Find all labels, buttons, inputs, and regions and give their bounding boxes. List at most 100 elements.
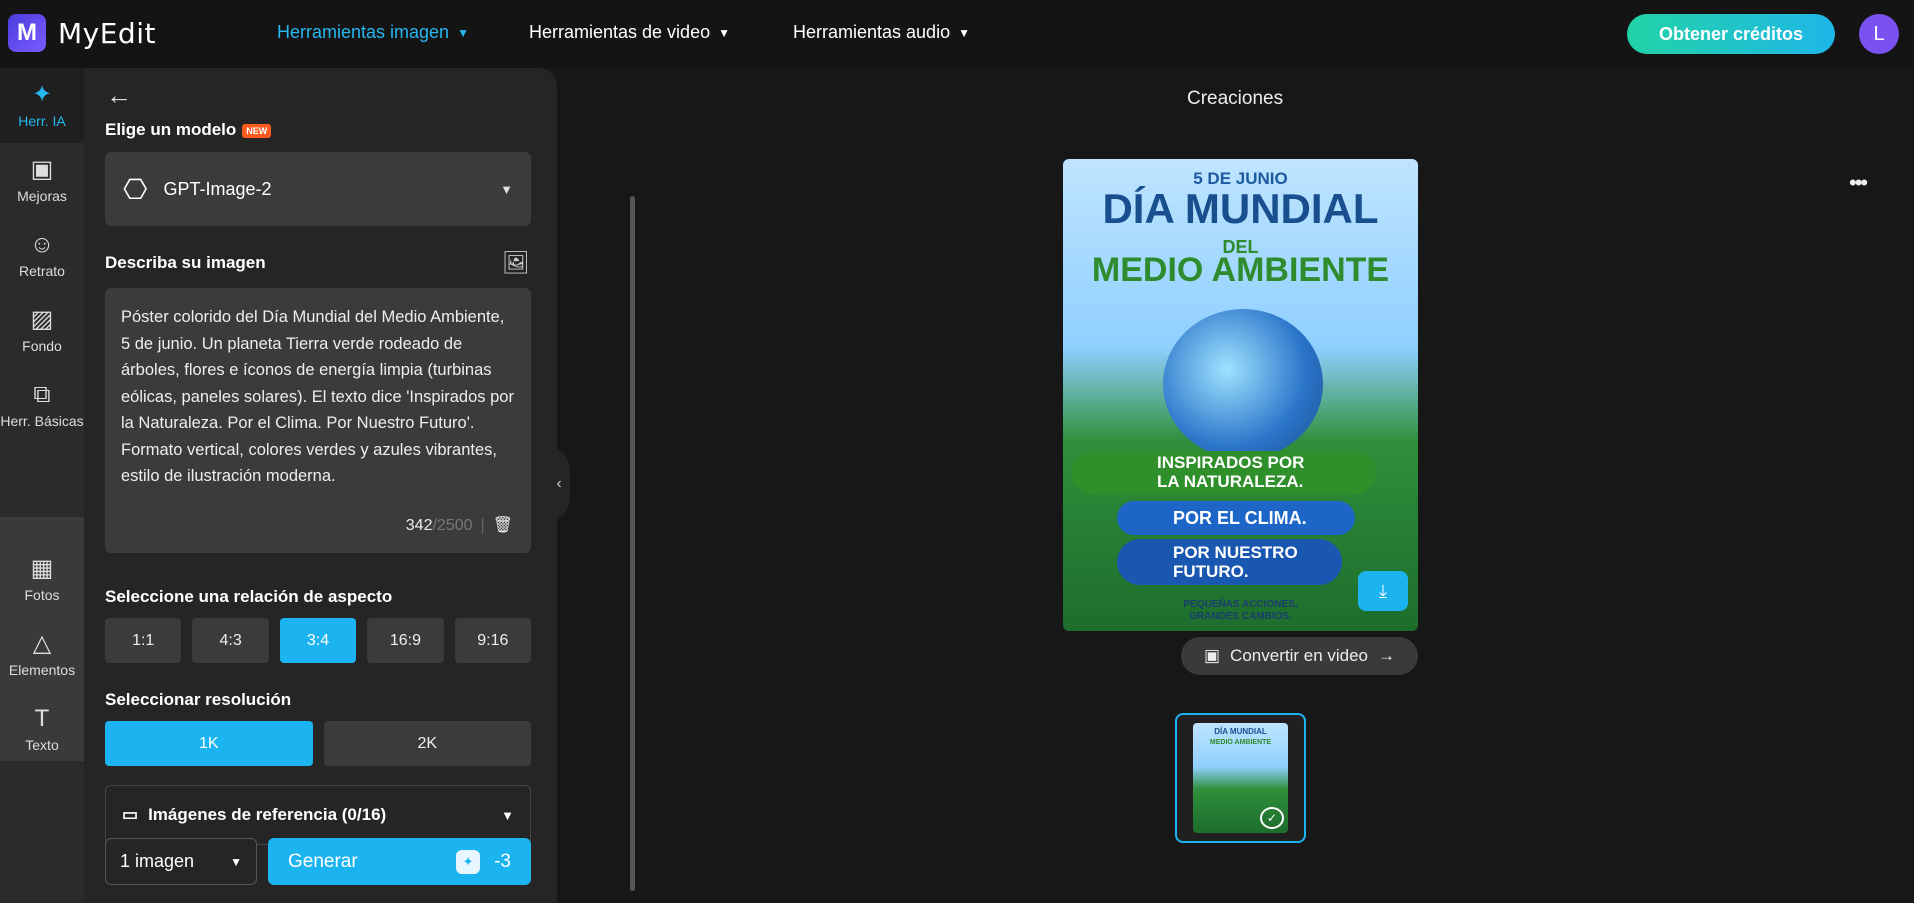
creation-thumbnail[interactable]: DÍA MUNDIAL MEDIO AMBIENTE ✓ — [1175, 713, 1306, 843]
thumbnail-title-line1: DÍA MUNDIAL — [1214, 727, 1267, 736]
generate-cost-value: -3 — [494, 850, 511, 872]
rail-item-ai-tools[interactable]: ✦ Herr. IA — [0, 68, 84, 143]
creations-title: Creaciones — [1187, 88, 1284, 109]
poster-line1b: LA NATURALEZA. — [1157, 472, 1304, 491]
background-icon: ▨ — [30, 305, 54, 333]
rail-item-label: Retrato — [19, 262, 65, 279]
rail-item-photos[interactable]: ▦ Fotos — [0, 542, 84, 617]
rail-item-elements[interactable]: △ Elementos — [0, 617, 84, 692]
nav-video-tools-label: Herramientas de video — [529, 22, 711, 42]
poster-footer2: GRANDES CAMBIOS. — [1189, 611, 1292, 622]
download-icon[interactable]: ⤓ — [1358, 571, 1408, 611]
images-icon: ▭ — [122, 805, 139, 824]
poster-banner-future: POR NUESTRO FUTURO. — [1117, 539, 1342, 585]
crop-icon: ⧉ — [33, 380, 51, 408]
ai-tool-panel: ← Elige un modelo NEW ⎔ GPT-Image-2 ▼ Des… — [84, 68, 635, 903]
describe-label: Describa su imagen — [105, 253, 266, 272]
reference-images-section[interactable]: ▭ Imágenes de referencia (0/16) ▼ — [105, 785, 531, 845]
char-counter: 342/2500 | 🗑 — [406, 513, 513, 540]
logo[interactable]: M MyEdit — [8, 14, 156, 52]
nav-image-tools-label: Herramientas imagen — [277, 22, 450, 42]
rail-item-label: Fotos — [24, 586, 60, 603]
shapes-icon: △ — [32, 629, 52, 657]
thumbnail-title-line2: MEDIO AMBIENTE — [1209, 739, 1272, 746]
rail-item-text[interactable]: T Texto — [0, 692, 84, 767]
prompt-textarea[interactable]: Póster colorido del Día Mundial del Medi… — [105, 288, 531, 553]
image-count-select[interactable]: 1 imagen ▼ — [105, 838, 257, 885]
nav-image-tools[interactable]: Herramientas imagen ▼ — [277, 22, 469, 43]
text-icon: T — [34, 704, 50, 732]
aspect-9-16-button[interactable]: 9:16 — [454, 618, 532, 663]
portrait-icon: ☺ — [29, 230, 55, 258]
poster-banner-nature: INSPIRADOS POR LA NATURALEZA. — [1071, 451, 1376, 495]
nav-audio-tools[interactable]: Herramientas audio ▼ — [793, 22, 970, 43]
resolution-1k-button[interactable]: 1K — [105, 721, 313, 766]
trash-icon[interactable]: 🗑 — [493, 513, 513, 540]
resolution-label: Seleccionar resolución — [105, 690, 292, 709]
model-label: Elige un modelo NEW — [105, 120, 272, 140]
collapse-panel-button[interactable]: ‹ — [548, 448, 570, 520]
panel-scrollbar[interactable] — [630, 196, 635, 891]
rail-item-label: Mejoras — [17, 187, 67, 204]
generate-cost: ✦ -3 — [456, 849, 511, 874]
more-options-icon[interactable]: ••• — [1849, 170, 1868, 196]
model-value: GPT-Image-2 — [163, 178, 272, 199]
aspect-ratio-options: 1:1 4:3 3:4 16:9 9:16 — [105, 618, 532, 663]
rail-item-label: Herr. IA — [18, 112, 66, 129]
chevron-down-icon: ▼ — [457, 25, 469, 40]
model-select[interactable]: ⎔ GPT-Image-2 ▼ — [105, 152, 531, 226]
image-enhance-icon: ▣ — [30, 155, 54, 183]
char-separator: | — [480, 516, 485, 534]
rail-item-label: Texto — [25, 736, 59, 753]
convert-video-label: Convertir en video — [1230, 646, 1369, 665]
poster-title-line3: MEDIO AMBIENTE — [1091, 251, 1390, 289]
thumbnail-image: DÍA MUNDIAL MEDIO AMBIENTE ✓ — [1193, 723, 1288, 833]
aspect-3-4-button[interactable]: 3:4 — [279, 618, 357, 663]
rail-item-portrait[interactable]: ☺ Retrato — [0, 218, 84, 293]
image-count-value: 1 imagen — [120, 851, 195, 871]
rail-item-background[interactable]: ▨ Fondo — [0, 293, 84, 368]
rail-item-basic-tools[interactable]: ⧉ Herr. Básicas — [0, 368, 84, 443]
dropdown-arrow-icon: ▼ — [230, 854, 242, 869]
generated-poster-image[interactable]: 5 DE JUNIO DÍA MUNDIAL DEL MEDIO AMBIENT… — [1063, 159, 1418, 631]
rail-item-label: Elementos — [8, 661, 76, 678]
top-bar: M MyEdit Herramientas imagen ▼ Herramien… — [0, 0, 1914, 68]
logo-text: MyEdit — [58, 16, 156, 50]
tool-rail: ✦ Herr. IA ▣ Mejoras ☺ Retrato ▨ Fondo ⧉… — [0, 68, 84, 903]
generate-label: Generar — [288, 850, 358, 872]
logo-mark-icon: M — [8, 14, 46, 52]
earth-globe-illustration — [1163, 309, 1323, 459]
aspect-1-1-button[interactable]: 1:1 — [105, 618, 182, 663]
rail-item-enhance[interactable]: ▣ Mejoras — [0, 143, 84, 218]
poster-line1a: INSPIRADOS POR — [1157, 453, 1305, 472]
aspect-4-3-button[interactable]: 4:3 — [192, 618, 269, 663]
dropdown-arrow-icon: ▼ — [500, 181, 513, 197]
reference-label: Imágenes de referencia (0/16) — [148, 805, 387, 824]
rail-item-label: Fondo — [22, 337, 62, 354]
new-badge: NEW — [242, 123, 272, 138]
poster-line3b: FUTURO. — [1173, 562, 1249, 581]
resolution-2k-button[interactable]: 2K — [323, 721, 531, 766]
aspect-label: Seleccione una relación de aspecto — [105, 587, 393, 606]
nav-video-tools[interactable]: Herramientas de video ▼ — [529, 22, 730, 43]
credit-shield-icon: ✦ — [456, 849, 481, 874]
avatar[interactable]: L — [1859, 14, 1899, 54]
char-max: /2500 — [432, 516, 473, 534]
image-to-prompt-icon[interactable]: 🖼 — [502, 250, 530, 276]
back-arrow-icon[interactable]: ← — [106, 80, 132, 111]
char-count: 342 — [405, 516, 433, 534]
model-label-text: Elige un modelo — [105, 120, 237, 139]
aspect-16-9-button[interactable]: 16:9 — [367, 618, 444, 663]
dropdown-arrow-icon: ▼ — [501, 807, 514, 823]
chevron-down-icon: ▼ — [958, 25, 970, 40]
convert-to-video-button[interactable]: ▣ Convertir en video → — [1181, 637, 1418, 675]
poster-title-line1: DÍA MUNDIAL — [1102, 185, 1379, 232]
resolution-options: 1K 2K — [105, 721, 531, 766]
openai-logo-icon: ⎔ — [123, 173, 148, 205]
rail-item-label: Herr. Básicas — [0, 412, 84, 429]
video-icon: ▣ — [1203, 646, 1221, 665]
nav-audio-tools-label: Herramientas audio — [793, 22, 951, 42]
get-credits-button[interactable]: Obtener créditos — [1627, 14, 1835, 54]
generate-button[interactable]: Generar ✦ -3 — [268, 838, 531, 885]
poster-line3a: POR NUESTRO — [1173, 543, 1298, 562]
